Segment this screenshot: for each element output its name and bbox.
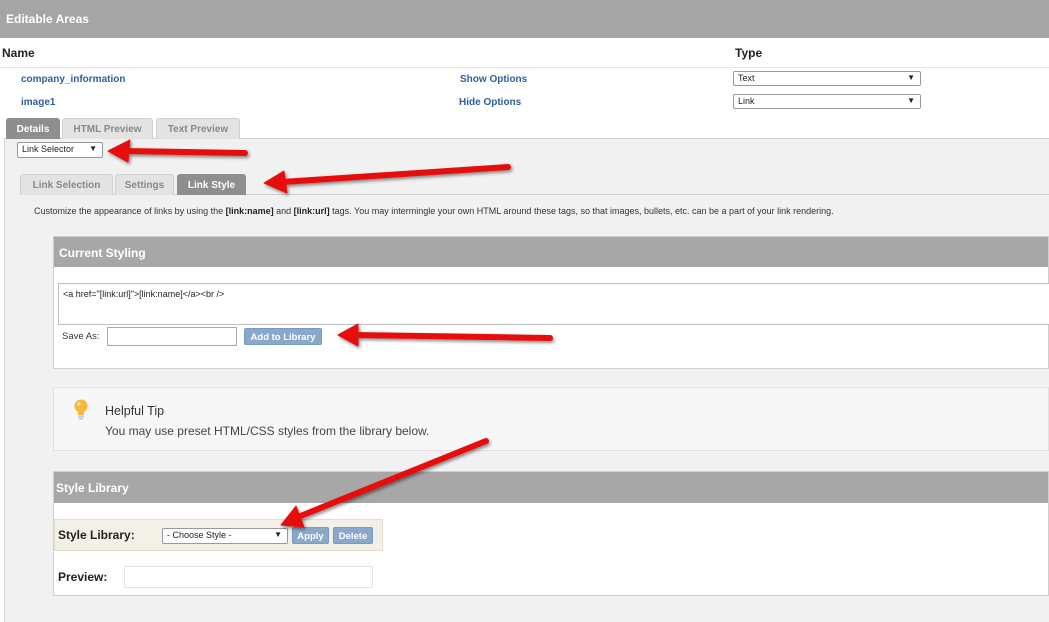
arrow-to-link-selector (107, 139, 248, 163)
arrow-to-style-dropdown (280, 438, 489, 528)
annotation-arrows (107, 139, 553, 528)
arrow-to-add-to-library (337, 323, 553, 347)
page-root: Editable Areas Name Type company_informa… (0, 0, 1049, 622)
arrow-to-link-style-tab (263, 164, 511, 194)
